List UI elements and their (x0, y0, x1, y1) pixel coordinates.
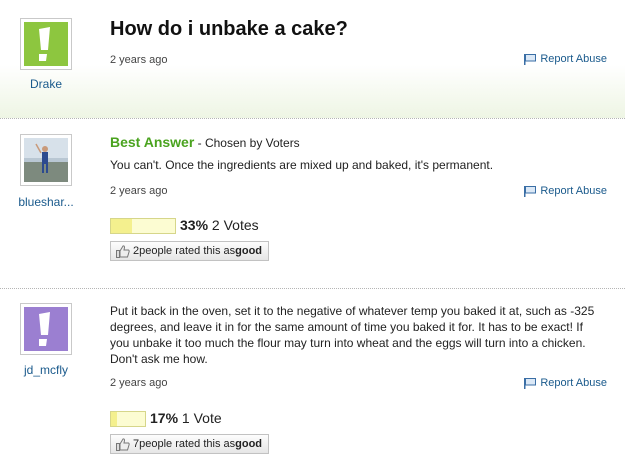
flag-icon (524, 185, 537, 197)
vote-percent: 17% (150, 410, 179, 426)
user-photo-icon (24, 138, 68, 182)
best-answer-label: Best Answer (110, 134, 195, 150)
vote-count: 2 Votes (211, 217, 259, 233)
report-abuse-answer[interactable]: Report Abuse (524, 377, 607, 389)
default-avatar-icon (24, 22, 68, 66)
answer-avatar[interactable] (20, 303, 72, 355)
question-age: 2 years ago (110, 54, 168, 66)
report-abuse-label: Report Abuse (540, 185, 607, 197)
rating-text: people rated this as (139, 245, 236, 257)
answer-age: 2 years ago (110, 377, 168, 389)
best-answer-avatar[interactable] (20, 134, 72, 186)
rating-text: people rated this as (139, 438, 236, 450)
asker-avatar[interactable] (20, 18, 72, 70)
vote-bar-fill (111, 219, 133, 233)
report-abuse-best-answer[interactable]: Report Abuse (524, 185, 607, 197)
rating-word: good (235, 245, 263, 257)
vote-summary: 33% 2 Votes (180, 217, 259, 233)
report-abuse-label: Report Abuse (540, 377, 607, 389)
best-answer-text: You can't. Once the ingredients are mixe… (110, 158, 494, 172)
chosen-by-label: - Chosen by Voters (194, 136, 300, 150)
asker-name[interactable]: Drake (14, 77, 78, 91)
answer-author[interactable]: jd_mcfly (12, 363, 80, 377)
report-abuse-question[interactable]: Report Abuse (524, 53, 607, 65)
default-avatar-icon (24, 307, 68, 351)
thumbs-up-icon (116, 244, 130, 258)
vote-summary: 17% 1 Vote (150, 410, 222, 426)
vote-count: 1 Vote (181, 410, 222, 426)
report-abuse-label: Report Abuse (540, 53, 607, 65)
thumbs-up-icon (116, 437, 130, 451)
rate-good-button[interactable]: 7 people rated this as good (110, 434, 270, 454)
best-answer-author[interactable]: blueshar... (10, 195, 82, 209)
flag-icon (524, 377, 537, 389)
question-title: How do i unbake a cake? (110, 18, 348, 40)
rating-word: good (235, 438, 263, 450)
answer-text: Put it back in the oven, set it to the n… (110, 304, 595, 366)
divider (0, 288, 625, 289)
vote-bar (110, 411, 146, 427)
best-answer-age: 2 years ago (110, 185, 168, 197)
vote-bar (110, 218, 176, 234)
best-answer-header: Best Answer - Chosen by Voters (110, 134, 300, 150)
flag-icon (524, 53, 537, 65)
rate-good-button[interactable]: 2 people rated this as good (110, 241, 270, 261)
vote-percent: 33% (180, 217, 209, 233)
divider (0, 118, 625, 119)
vote-bar-fill (111, 412, 117, 426)
